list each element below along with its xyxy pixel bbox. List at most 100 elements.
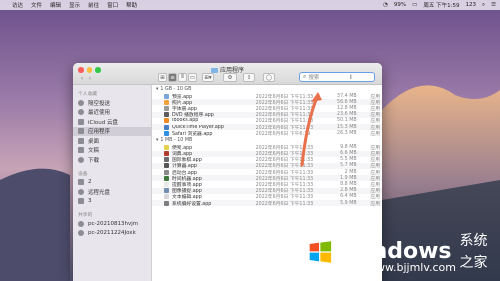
group-button[interactable]: ⊞▾ <box>202 73 214 82</box>
sidebar-item-label: 远程光盘 <box>88 189 111 196</box>
sidebar-item[interactable]: 下载 <box>73 155 151 165</box>
disk-icon <box>78 198 84 205</box>
file-size: 15.3 MB <box>337 124 357 130</box>
sidebar-item[interactable]: 最近使用 <box>73 108 151 118</box>
app-icon <box>164 163 169 169</box>
share-button[interactable]: ⇪ <box>243 73 255 82</box>
app-icon <box>164 200 169 206</box>
sidebar-item-label: pc-20211224Joxk <box>88 230 136 237</box>
watermark-title: Windows <box>339 238 452 264</box>
search-icon[interactable]: ⌕ <box>482 2 485 9</box>
battery-percent[interactable]: 99% <box>394 2 406 8</box>
menu-window[interactable]: 窗口 <box>107 1 118 9</box>
file-date: 2022年6月6日 下午6:19 <box>255 131 311 137</box>
desktop-icon <box>78 137 84 144</box>
status-area: ◔ 99% ▭ 周五 下午1:59 123 ⌕ ☰ <box>377 1 496 10</box>
sidebar-item-label: 最近使用 <box>88 110 111 117</box>
tag-button[interactable]: ◯ <box>263 73 275 82</box>
sidebar-item[interactable]: 2 <box>73 178 151 188</box>
file-size: 5.5 MB <box>340 157 357 163</box>
window-titlebar: 应用程序 ‹ › ⊞ ≡ ⫴ ▭ ⊞▾ ⚙ ⇪ ◯ ⌕ 搜索 I <box>73 63 382 85</box>
app-icon <box>164 151 169 157</box>
nav-buttons: ‹ › <box>78 75 94 82</box>
sidebar-item-label: 下载 <box>88 157 100 164</box>
column-view-button[interactable]: ⫴ <box>178 73 187 82</box>
file-size: 50.1 MB <box>337 118 357 124</box>
search-icon: ⌕ <box>303 73 307 80</box>
sidebar-item-label: 应用程序 <box>88 129 111 136</box>
file-size: 26.3 MB <box>337 130 357 136</box>
file-name: DVD 播放程序.app <box>172 113 214 119</box>
file-size: 9.8 MB <box>340 144 357 150</box>
menu-go[interactable]: 前往 <box>88 1 99 9</box>
watermark: Windows 系统之家 www.bjjmlv.com <box>307 224 497 279</box>
watermark-subtitle: 系统之家 <box>459 232 488 271</box>
sidebar-item[interactable]: 隔空投送 <box>73 98 151 108</box>
back-button[interactable]: ‹ <box>78 75 86 82</box>
disclosure-triangle-icon[interactable]: ▾ <box>156 138 158 143</box>
app-icon <box>164 124 169 130</box>
sidebar-item[interactable]: 远程光盘 <box>73 187 151 197</box>
sidebar-item-label: 3 <box>88 198 92 205</box>
group-rows: 便笺.app 2022年6月6日 下午11:33 9.8 MB 应用 词典.app 202… <box>152 144 382 207</box>
group-title: 1 GB - 10 GB <box>160 86 192 92</box>
sidebar-item[interactable]: 文稿 <box>73 146 151 156</box>
menu-clock[interactable]: 周五 下午1:59 <box>423 1 459 9</box>
pc-icon <box>78 230 84 237</box>
app-icon <box>164 169 169 175</box>
control-center-icon[interactable]: ☰ <box>491 2 496 8</box>
search-placeholder: 搜索 <box>308 75 320 81</box>
sidebar: 个人收藏 隔空投送 最近使用 iCloud 云盘 应用程序 桌面 文稿 下载 设备 2 远程光盘 3 共… <box>73 85 152 281</box>
list-view-button[interactable]: ≡ <box>168 73 177 82</box>
sidebar-item[interactable]: 3 <box>73 197 151 207</box>
watermark-url: www.bjjmlv.com <box>367 261 456 274</box>
app-icon <box>164 118 169 124</box>
app-icon <box>164 188 169 194</box>
file-kind: 应用 <box>370 201 380 207</box>
pc-icon <box>78 220 84 227</box>
app-icon <box>164 182 169 188</box>
sidebar-item[interactable]: 应用程序 <box>73 126 151 136</box>
file-kind: 应用 <box>370 131 380 137</box>
menu-file[interactable]: 文件 <box>31 1 42 9</box>
app-icon <box>164 175 169 181</box>
wifi-icon[interactable]: ◔ <box>383 2 388 8</box>
app-icon <box>164 93 169 99</box>
sidebar-item[interactable]: pc-20210813hvjm <box>73 219 151 229</box>
gallery-view-button[interactable]: ▭ <box>188 73 197 82</box>
menu-help[interactable]: 帮助 <box>126 1 137 9</box>
forward-button[interactable]: › <box>86 75 94 82</box>
sidebar-item-label: pc-20210813hvjm <box>88 220 139 227</box>
search-field[interactable]: ⌕ 搜索 I <box>299 72 375 82</box>
app-icon <box>164 105 169 111</box>
document-icon <box>78 147 84 154</box>
sidebar-item[interactable]: pc-20211224Joxk <box>73 229 151 239</box>
text-cursor-icon: I <box>350 74 352 81</box>
menu-edit[interactable]: 编辑 <box>50 1 61 9</box>
sidebar-section-title: 设备 <box>78 171 88 177</box>
app-icon <box>164 157 169 163</box>
group-rows: 预览.app 2022年6月6日 下午11:33 37.4 MB 应用 照片.app 20… <box>152 93 382 137</box>
app-icon <box>164 144 169 150</box>
action-button[interactable]: ⚙ <box>223 73 237 82</box>
icon-view-button[interactable]: ⊞ <box>158 73 167 82</box>
menu-view[interactable]: 显示 <box>69 1 80 9</box>
file-row[interactable]: 系统偏好设置.app 2022年6月6日 下午11:33 5.9 MB 应用 <box>152 200 382 207</box>
file-size: 8.8 MB <box>340 182 357 188</box>
app-icon <box>164 194 169 200</box>
disclosure-triangle-icon[interactable]: ▾ <box>156 87 158 92</box>
menu-extra-text[interactable]: 123 <box>465 2 476 8</box>
menu-finder[interactable]: 访达 <box>12 1 23 9</box>
app-icon <box>164 112 169 118</box>
file-size: 37.4 MB <box>337 93 357 99</box>
file-row[interactable]: Safari 浏览器.app 2022年6月6日 下午6:19 26.3 MB 应用 <box>152 130 382 137</box>
file-date: 2022年6月6日 下午11:33 <box>255 201 314 207</box>
sidebar-item[interactable]: 桌面 <box>73 136 151 146</box>
app-icon <box>164 130 169 136</box>
file-name: 系统偏好设置.app <box>172 201 212 207</box>
disc-icon <box>78 188 84 195</box>
sidebar-item-label: 文稿 <box>88 148 100 155</box>
file-size: 5.7 MB <box>340 163 357 169</box>
file-name: iBooks.app <box>172 118 199 124</box>
sidebar-item[interactable]: iCloud 云盘 <box>73 117 151 127</box>
